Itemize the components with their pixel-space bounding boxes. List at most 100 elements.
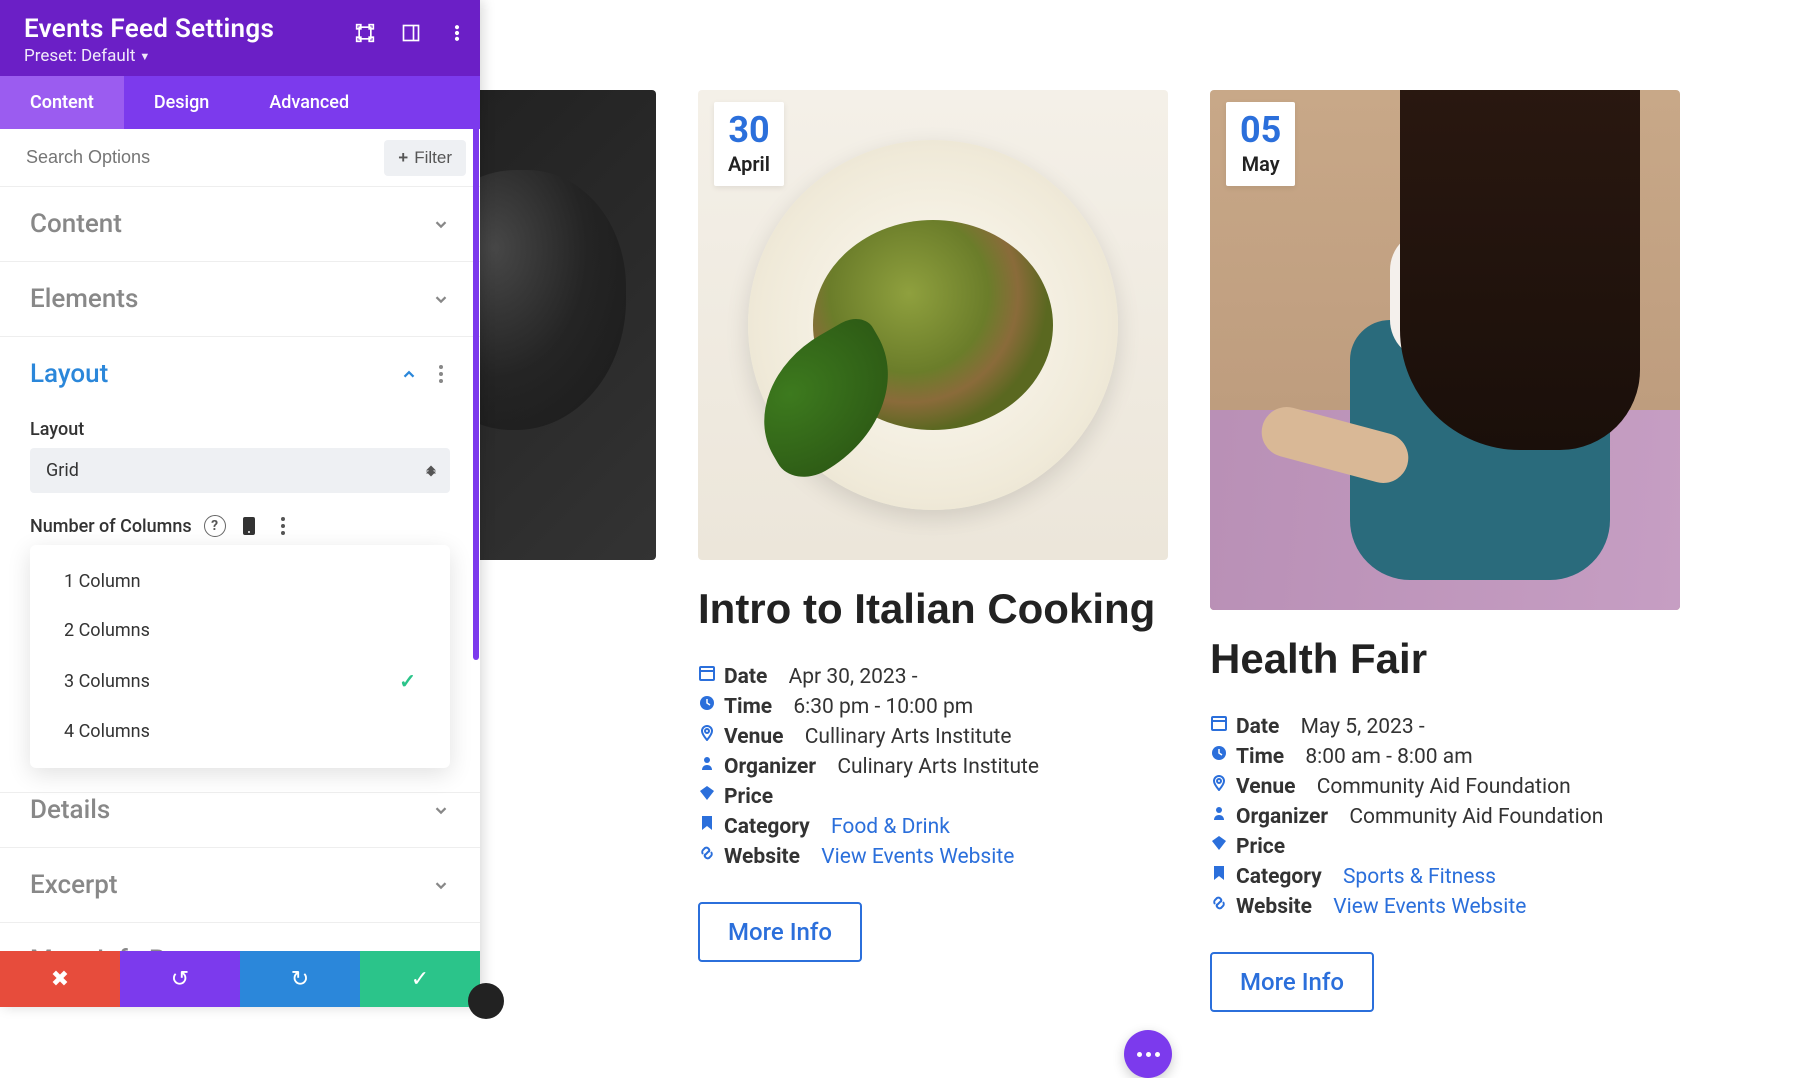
settings-tabs: Content Design Advanced (0, 76, 480, 129)
panel-header: Events Feed Settings Preset: Default▼ (0, 0, 480, 76)
event-title: Health Fair (1210, 634, 1680, 684)
chevron-up-icon (400, 365, 418, 383)
card-actions-fab[interactable] (1124, 1030, 1172, 1078)
calendar-icon (1210, 715, 1228, 731)
section-elements[interactable]: Elements (0, 262, 480, 337)
event-time: 8:00 am - 8:00 am (1305, 745, 1472, 769)
section-title: Layout (30, 359, 108, 389)
chevron-down-icon (432, 801, 450, 819)
field-label-layout: Layout (30, 419, 450, 440)
event-category-link[interactable]: Food & Drink (831, 815, 950, 839)
search-row: +Filter (0, 129, 480, 187)
pin-icon (1210, 775, 1228, 791)
event-time: 6:30 pm - 10:00 pm (793, 695, 973, 719)
cancel-button[interactable]: ✖ (0, 951, 120, 1007)
event-date-badge: 30 April (714, 102, 784, 186)
label-category: Category (724, 815, 810, 839)
section-content[interactable]: Content (0, 187, 480, 262)
event-website-link[interactable]: View Events Website (821, 845, 1014, 869)
section-title: Elements (30, 284, 138, 314)
person-icon (698, 755, 716, 771)
label-organizer: Organizer (1236, 805, 1328, 829)
dock-icon[interactable] (400, 22, 422, 44)
redo-button[interactable]: ↻ (240, 951, 360, 1007)
event-image: 30 April (698, 90, 1168, 560)
event-month: May (1240, 152, 1281, 176)
expand-icon[interactable] (354, 22, 376, 44)
tab-design[interactable]: Design (124, 76, 239, 129)
more-info-button[interactable]: More Info (698, 902, 862, 962)
label-website: Website (1236, 895, 1312, 919)
save-button[interactable]: ✓ (360, 951, 480, 1007)
events-preview: 30 April Intro to Italian Cooking Date A… (480, 0, 1800, 1007)
event-title: Intro to Italian Cooking (698, 584, 1168, 634)
tag-icon (1210, 835, 1228, 851)
help-icon[interactable]: ? (204, 515, 226, 537)
section-details[interactable]: Details (0, 773, 480, 848)
settings-panel: Events Feed Settings Preset: Default▼ Co… (0, 0, 480, 1007)
chevron-down-icon (432, 876, 450, 894)
event-venue: Community Aid Foundation (1317, 775, 1571, 799)
device-icon[interactable] (238, 515, 260, 537)
field-label-columns: Number of Columns (30, 516, 192, 537)
section-excerpt[interactable]: Excerpt (0, 848, 480, 923)
filter-button[interactable]: +Filter (384, 140, 466, 176)
section-layout-header[interactable]: Layout (0, 337, 480, 411)
search-input[interactable] (14, 139, 376, 176)
label-website: Website (724, 845, 800, 869)
bookmark-icon (1210, 865, 1228, 881)
column-option-4[interactable]: 4 Columns✓ (30, 707, 450, 756)
resize-handle[interactable] (468, 983, 504, 1019)
panel-scrollbar[interactable] (472, 0, 480, 1007)
label-date: Date (1236, 715, 1279, 739)
tab-advanced[interactable]: Advanced (239, 76, 379, 129)
event-details: Date Apr 30, 2023 - Time 6:30 pm - 10:00… (698, 662, 1168, 872)
panel-footer-actions: ✖ ↺ ↻ ✓ (0, 951, 480, 1007)
more-info-button[interactable]: More Info (1210, 952, 1374, 1012)
event-organizer: Culinary Arts Institute (837, 755, 1039, 779)
tag-icon (698, 785, 716, 801)
event-day: 30 (728, 112, 770, 148)
undo-button[interactable]: ↺ (120, 951, 240, 1007)
columns-dropdown: 1 Column✓ 2 Columns✓ 3 Columns✓ 4 Column… (30, 545, 450, 768)
event-card: 05 May Health Fair Date May 5, 2023 - Ti… (1210, 90, 1680, 1012)
preset-selector[interactable]: Preset: Default▼ (24, 46, 456, 66)
label-price: Price (1236, 835, 1285, 859)
label-price: Price (724, 785, 773, 809)
kebab-menu-icon[interactable] (432, 365, 450, 383)
calendar-icon (698, 665, 716, 681)
label-time: Time (724, 695, 772, 719)
section-title: Content (30, 209, 122, 239)
kebab-menu-icon[interactable] (272, 515, 294, 537)
event-month: April (728, 152, 770, 176)
bookmark-icon (698, 815, 716, 831)
event-date: May 5, 2023 - (1301, 715, 1425, 739)
link-icon (1210, 895, 1228, 911)
event-category-link[interactable]: Sports & Fitness (1343, 865, 1496, 889)
event-venue: Cullinary Arts Institute (805, 725, 1012, 749)
label-date: Date (724, 665, 767, 689)
person-icon (1210, 805, 1228, 821)
tab-content[interactable]: Content (0, 76, 124, 129)
kebab-menu-icon[interactable] (446, 22, 468, 44)
event-day: 05 (1240, 112, 1281, 148)
pin-icon (698, 725, 716, 741)
column-option-2[interactable]: 2 Columns✓ (30, 606, 450, 655)
clock-icon (698, 695, 716, 711)
section-title: Details (30, 795, 110, 825)
column-option-3[interactable]: 3 Columns✓ (30, 655, 450, 707)
event-website-link[interactable]: View Events Website (1333, 895, 1526, 919)
section-layout: Layout Layout Grid Number of Columns ? 1… (0, 337, 480, 793)
column-option-1[interactable]: 1 Column✓ (30, 557, 450, 606)
link-icon (698, 845, 716, 861)
chevron-down-icon (432, 290, 450, 308)
clock-icon (1210, 745, 1228, 761)
label-organizer: Organizer (724, 755, 816, 779)
section-title: Excerpt (30, 870, 117, 900)
label-venue: Venue (1236, 775, 1295, 799)
label-time: Time (1236, 745, 1284, 769)
layout-select[interactable]: Grid (30, 448, 450, 493)
event-card: 30 April Intro to Italian Cooking Date A… (698, 90, 1168, 1012)
event-image: 05 May (1210, 90, 1680, 610)
event-details: Date May 5, 2023 - Time 8:00 am - 8:00 a… (1210, 712, 1680, 922)
